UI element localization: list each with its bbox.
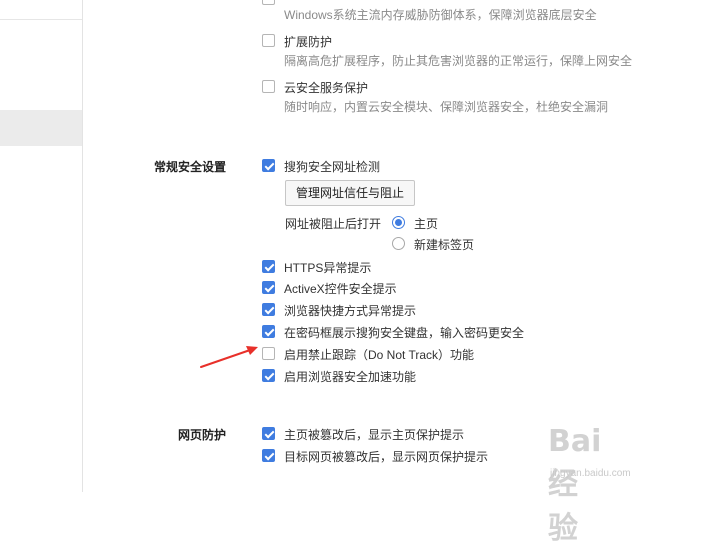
activex-warning-label[interactable]: ActiveX控件安全提示: [284, 280, 397, 297]
do-not-track-label[interactable]: 启用禁止跟踪（Do Not Track）功能: [284, 346, 474, 363]
target-tamper-label[interactable]: 目标网页被篡改后，显示网页保护提示: [284, 448, 488, 465]
webpage-protection-section-title: 网页防护: [178, 428, 227, 442]
radio-new-tab-label[interactable]: 新建标签页: [414, 236, 474, 253]
secure-keyboard-label[interactable]: 在密码框展示搜狗安全键盘，输入密码更安全: [284, 324, 524, 341]
url-check-label[interactable]: 搜狗安全网址检测: [284, 158, 380, 175]
memory-defense-description: Windows系统主流内存威胁防御体系，保障浏览器底层安全: [284, 8, 597, 22]
radio-home-label[interactable]: 主页: [414, 215, 438, 232]
watermark-logo: Bai 经验: [548, 424, 602, 546]
watermark-url: jingyan.baidu.com: [550, 468, 631, 479]
general-security-section-title: 常规安全设置: [154, 160, 227, 174]
settings-sidebar: [0, 0, 83, 492]
extension-protection-description: 隔离高危扩展程序，防止其危害浏览器的正常运行，保障上网安全: [284, 54, 633, 68]
cloud-security-description: 随时响应，内置云安全模块、保障浏览器安全，杜绝安全漏洞: [284, 100, 609, 114]
secure-keyboard-checkbox[interactable]: [262, 325, 275, 338]
https-warning-checkbox[interactable]: [262, 260, 275, 273]
security-accel-label[interactable]: 启用浏览器安全加速功能: [284, 368, 416, 385]
url-check-checkbox[interactable]: [262, 159, 275, 172]
extension-protection-label[interactable]: 扩展防护: [284, 33, 332, 50]
home-tamper-label[interactable]: 主页被篡改后，显示主页保护提示: [284, 426, 464, 443]
home-tamper-checkbox[interactable]: [262, 427, 275, 440]
sidebar-item-security-selected[interactable]: [0, 110, 82, 146]
cloud-security-label[interactable]: 云安全服务保护: [284, 79, 368, 96]
sidebar-divider: [0, 19, 82, 20]
radio-new-tab[interactable]: [392, 237, 405, 250]
cloud-security-checkbox[interactable]: [262, 80, 275, 93]
annotation-arrow-icon: [200, 346, 258, 368]
https-warning-label[interactable]: HTTPS异常提示: [284, 259, 371, 276]
memory-defense-checkbox[interactable]: [262, 0, 275, 5]
target-tamper-checkbox[interactable]: [262, 449, 275, 462]
activex-warning-checkbox[interactable]: [262, 281, 275, 294]
shortcut-warning-checkbox[interactable]: [262, 303, 275, 316]
radio-home[interactable]: [392, 216, 405, 229]
manage-url-trust-button[interactable]: 管理网址信任与阻止: [285, 180, 415, 206]
blocked-open-label: 网址被阻止后打开: [285, 217, 382, 231]
extension-protection-checkbox[interactable]: [262, 34, 275, 47]
shortcut-warning-label[interactable]: 浏览器快捷方式异常提示: [284, 302, 416, 319]
